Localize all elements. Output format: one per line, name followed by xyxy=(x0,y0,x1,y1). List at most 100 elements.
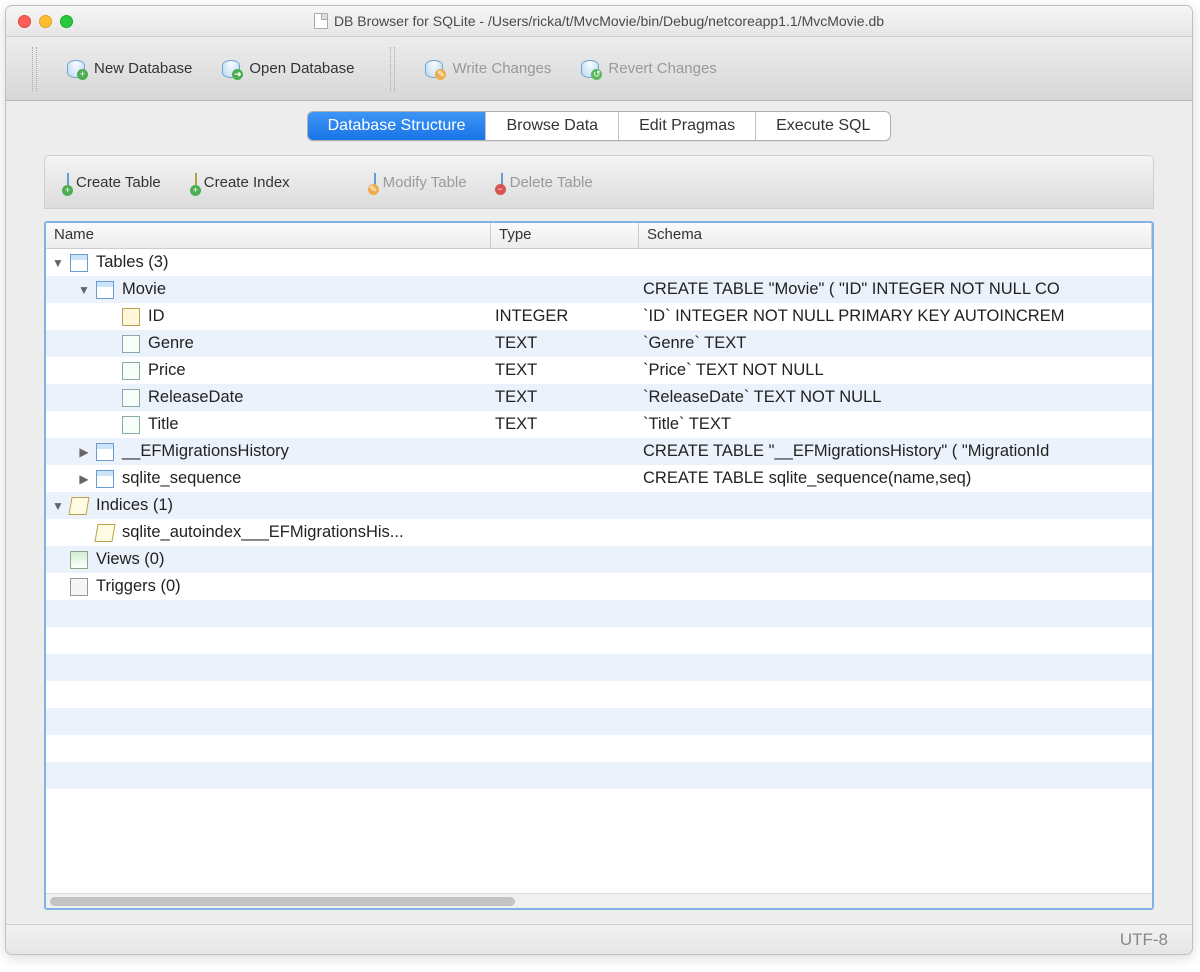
table-schema: CREATE TABLE "__EFMigrationsHistory" ( "… xyxy=(639,442,1152,461)
column-name: Title xyxy=(148,415,179,434)
column-schema: `Title` TEXT xyxy=(639,415,1152,434)
window-title-text: DB Browser for SQLite - /Users/ricka/t/M… xyxy=(334,13,884,29)
triggers-group-icon xyxy=(70,578,88,596)
zoom-window-button[interactable] xyxy=(60,15,73,28)
tree-body: ▼Tables (3) ▼Movie CREATE TABLE "Movie" … xyxy=(46,249,1152,893)
column-name: Genre xyxy=(148,334,194,353)
tree-index[interactable]: ▶sqlite_autoindex___EFMigrationsHis... xyxy=(46,519,1152,546)
indices-label: Indices (1) xyxy=(96,496,173,515)
main-tabs: Database Structure Browse Data Edit Prag… xyxy=(307,111,892,141)
titlebar: DB Browser for SQLite - /Users/ricka/t/M… xyxy=(6,6,1192,37)
create-table-icon: + xyxy=(67,174,69,191)
column-type: TEXT xyxy=(491,415,639,434)
status-bar: UTF-8 xyxy=(6,924,1192,954)
expand-toggle-icon[interactable]: ▶ xyxy=(72,445,96,459)
structure-panel: + Create Table + Create Index ✎ Modify T… xyxy=(44,155,1154,910)
expand-toggle-icon[interactable]: ▼ xyxy=(46,256,70,270)
tree-group-views[interactable]: ▶Views (0) xyxy=(46,546,1152,573)
column-icon xyxy=(122,335,140,353)
tree-column[interactable]: ▶Title TEXT `Title` TEXT xyxy=(46,411,1152,438)
tab-browse-data[interactable]: Browse Data xyxy=(486,112,619,140)
toolbar-separator xyxy=(390,47,395,91)
document-icon xyxy=(314,13,328,29)
tab-database-structure[interactable]: Database Structure xyxy=(308,112,487,140)
column-schema: `Genre` TEXT xyxy=(639,334,1152,353)
create-table-button[interactable]: + Create Table xyxy=(63,170,181,195)
table-actions-toolbar: + Create Table + Create Index ✎ Modify T… xyxy=(44,155,1154,209)
col-header-schema[interactable]: Schema xyxy=(639,223,1152,248)
tabs-row: Database Structure Browse Data Edit Prag… xyxy=(6,101,1192,147)
column-name: ID xyxy=(148,307,165,326)
delete-table-label: Delete Table xyxy=(510,174,593,191)
main-toolbar: + New Database ➜ Open Database ✎ Write C… xyxy=(6,37,1192,101)
encoding-label: UTF-8 xyxy=(1120,930,1168,950)
create-index-label: Create Index xyxy=(204,174,290,191)
modify-table-label: Modify Table xyxy=(383,174,467,191)
expand-toggle-icon[interactable]: ▼ xyxy=(72,283,96,297)
index-name: sqlite_autoindex___EFMigrationsHis... xyxy=(122,523,404,542)
tree-table-sqlite-sequence[interactable]: ▶sqlite_sequence CREATE TABLE sqlite_seq… xyxy=(46,465,1152,492)
tree-column[interactable]: ▶ReleaseDate TEXT `ReleaseDate` TEXT NOT… xyxy=(46,384,1152,411)
col-header-type[interactable]: Type xyxy=(491,223,639,248)
table-icon xyxy=(96,470,114,488)
tab-execute-sql[interactable]: Execute SQL xyxy=(756,112,890,140)
new-database-button[interactable]: + New Database xyxy=(59,52,206,86)
table-schema: CREATE TABLE "Movie" ( "ID" INTEGER NOT … xyxy=(639,280,1152,299)
table-name: __EFMigrationsHistory xyxy=(122,442,289,461)
column-icon xyxy=(122,416,140,434)
tables-group-icon xyxy=(70,254,88,272)
delete-table-button[interactable]: − Delete Table xyxy=(497,170,613,195)
content-area: Database Structure Browse Data Edit Prag… xyxy=(6,101,1192,924)
schema-tree: Name Type Schema ▼Tables (3) ▼Movie CREA… xyxy=(44,221,1154,910)
open-database-button[interactable]: ➜ Open Database xyxy=(214,52,368,86)
column-schema: `ID` INTEGER NOT NULL PRIMARY KEY AUTOIN… xyxy=(639,307,1152,326)
indices-group-icon xyxy=(68,497,89,515)
empty-row xyxy=(46,681,1152,708)
tree-group-tables[interactable]: ▼ Tables (3) xyxy=(46,249,1152,276)
empty-row xyxy=(46,708,1152,735)
key-column-icon xyxy=(122,308,140,326)
table-icon xyxy=(96,443,114,461)
column-schema: `Price` TEXT NOT NULL xyxy=(639,361,1152,380)
column-name: Price xyxy=(148,361,186,380)
tree-group-indices[interactable]: ▼ Indices (1) xyxy=(46,492,1152,519)
revert-changes-button[interactable]: ↺ Revert Changes xyxy=(573,52,730,86)
modify-table-icon: ✎ xyxy=(374,174,376,191)
tree-column[interactable]: ▶ID INTEGER `ID` INTEGER NOT NULL PRIMAR… xyxy=(46,303,1152,330)
tree-table-movie[interactable]: ▼Movie CREATE TABLE "Movie" ( "ID" INTEG… xyxy=(46,276,1152,303)
tables-label: Tables (3) xyxy=(96,253,168,272)
write-changes-button[interactable]: ✎ Write Changes xyxy=(417,52,565,86)
column-type: INTEGER xyxy=(491,307,639,326)
table-icon xyxy=(96,281,114,299)
empty-row xyxy=(46,627,1152,654)
column-type: TEXT xyxy=(491,388,639,407)
tree-table-efmigrations[interactable]: ▶ __EFMigrationsHistory CREATE TABLE "__E… xyxy=(46,438,1152,465)
empty-row xyxy=(46,735,1152,762)
minimize-window-button[interactable] xyxy=(39,15,52,28)
database-revert-icon: ↺ xyxy=(579,58,601,80)
toolbar-grip[interactable] xyxy=(32,47,37,91)
tab-edit-pragmas[interactable]: Edit Pragmas xyxy=(619,112,756,140)
expand-toggle-icon[interactable]: ▶ xyxy=(72,472,96,486)
column-icon xyxy=(122,362,140,380)
tree-group-triggers[interactable]: ▶Triggers (0) xyxy=(46,573,1152,600)
empty-row xyxy=(46,762,1152,789)
tree-column[interactable]: ▶Genre TEXT `Genre` TEXT xyxy=(46,330,1152,357)
column-schema: `ReleaseDate` TEXT NOT NULL xyxy=(639,388,1152,407)
create-index-button[interactable]: + Create Index xyxy=(191,170,310,195)
expand-toggle-icon[interactable]: ▼ xyxy=(46,499,70,513)
create-table-label: Create Table xyxy=(76,174,161,191)
close-window-button[interactable] xyxy=(18,15,31,28)
column-type: TEXT xyxy=(491,334,639,353)
table-name: sqlite_sequence xyxy=(122,469,241,488)
modify-table-button[interactable]: ✎ Modify Table xyxy=(370,170,487,195)
col-header-name[interactable]: Name xyxy=(46,223,491,248)
index-icon xyxy=(94,524,115,542)
scrollbar-thumb[interactable] xyxy=(50,897,515,906)
create-index-icon: + xyxy=(195,174,197,191)
views-group-icon xyxy=(70,551,88,569)
tree-column[interactable]: ▶Price TEXT `Price` TEXT NOT NULL xyxy=(46,357,1152,384)
open-database-label: Open Database xyxy=(249,60,354,77)
window-title: DB Browser for SQLite - /Users/ricka/t/M… xyxy=(16,13,1182,29)
horizontal-scrollbar[interactable] xyxy=(46,893,1152,908)
